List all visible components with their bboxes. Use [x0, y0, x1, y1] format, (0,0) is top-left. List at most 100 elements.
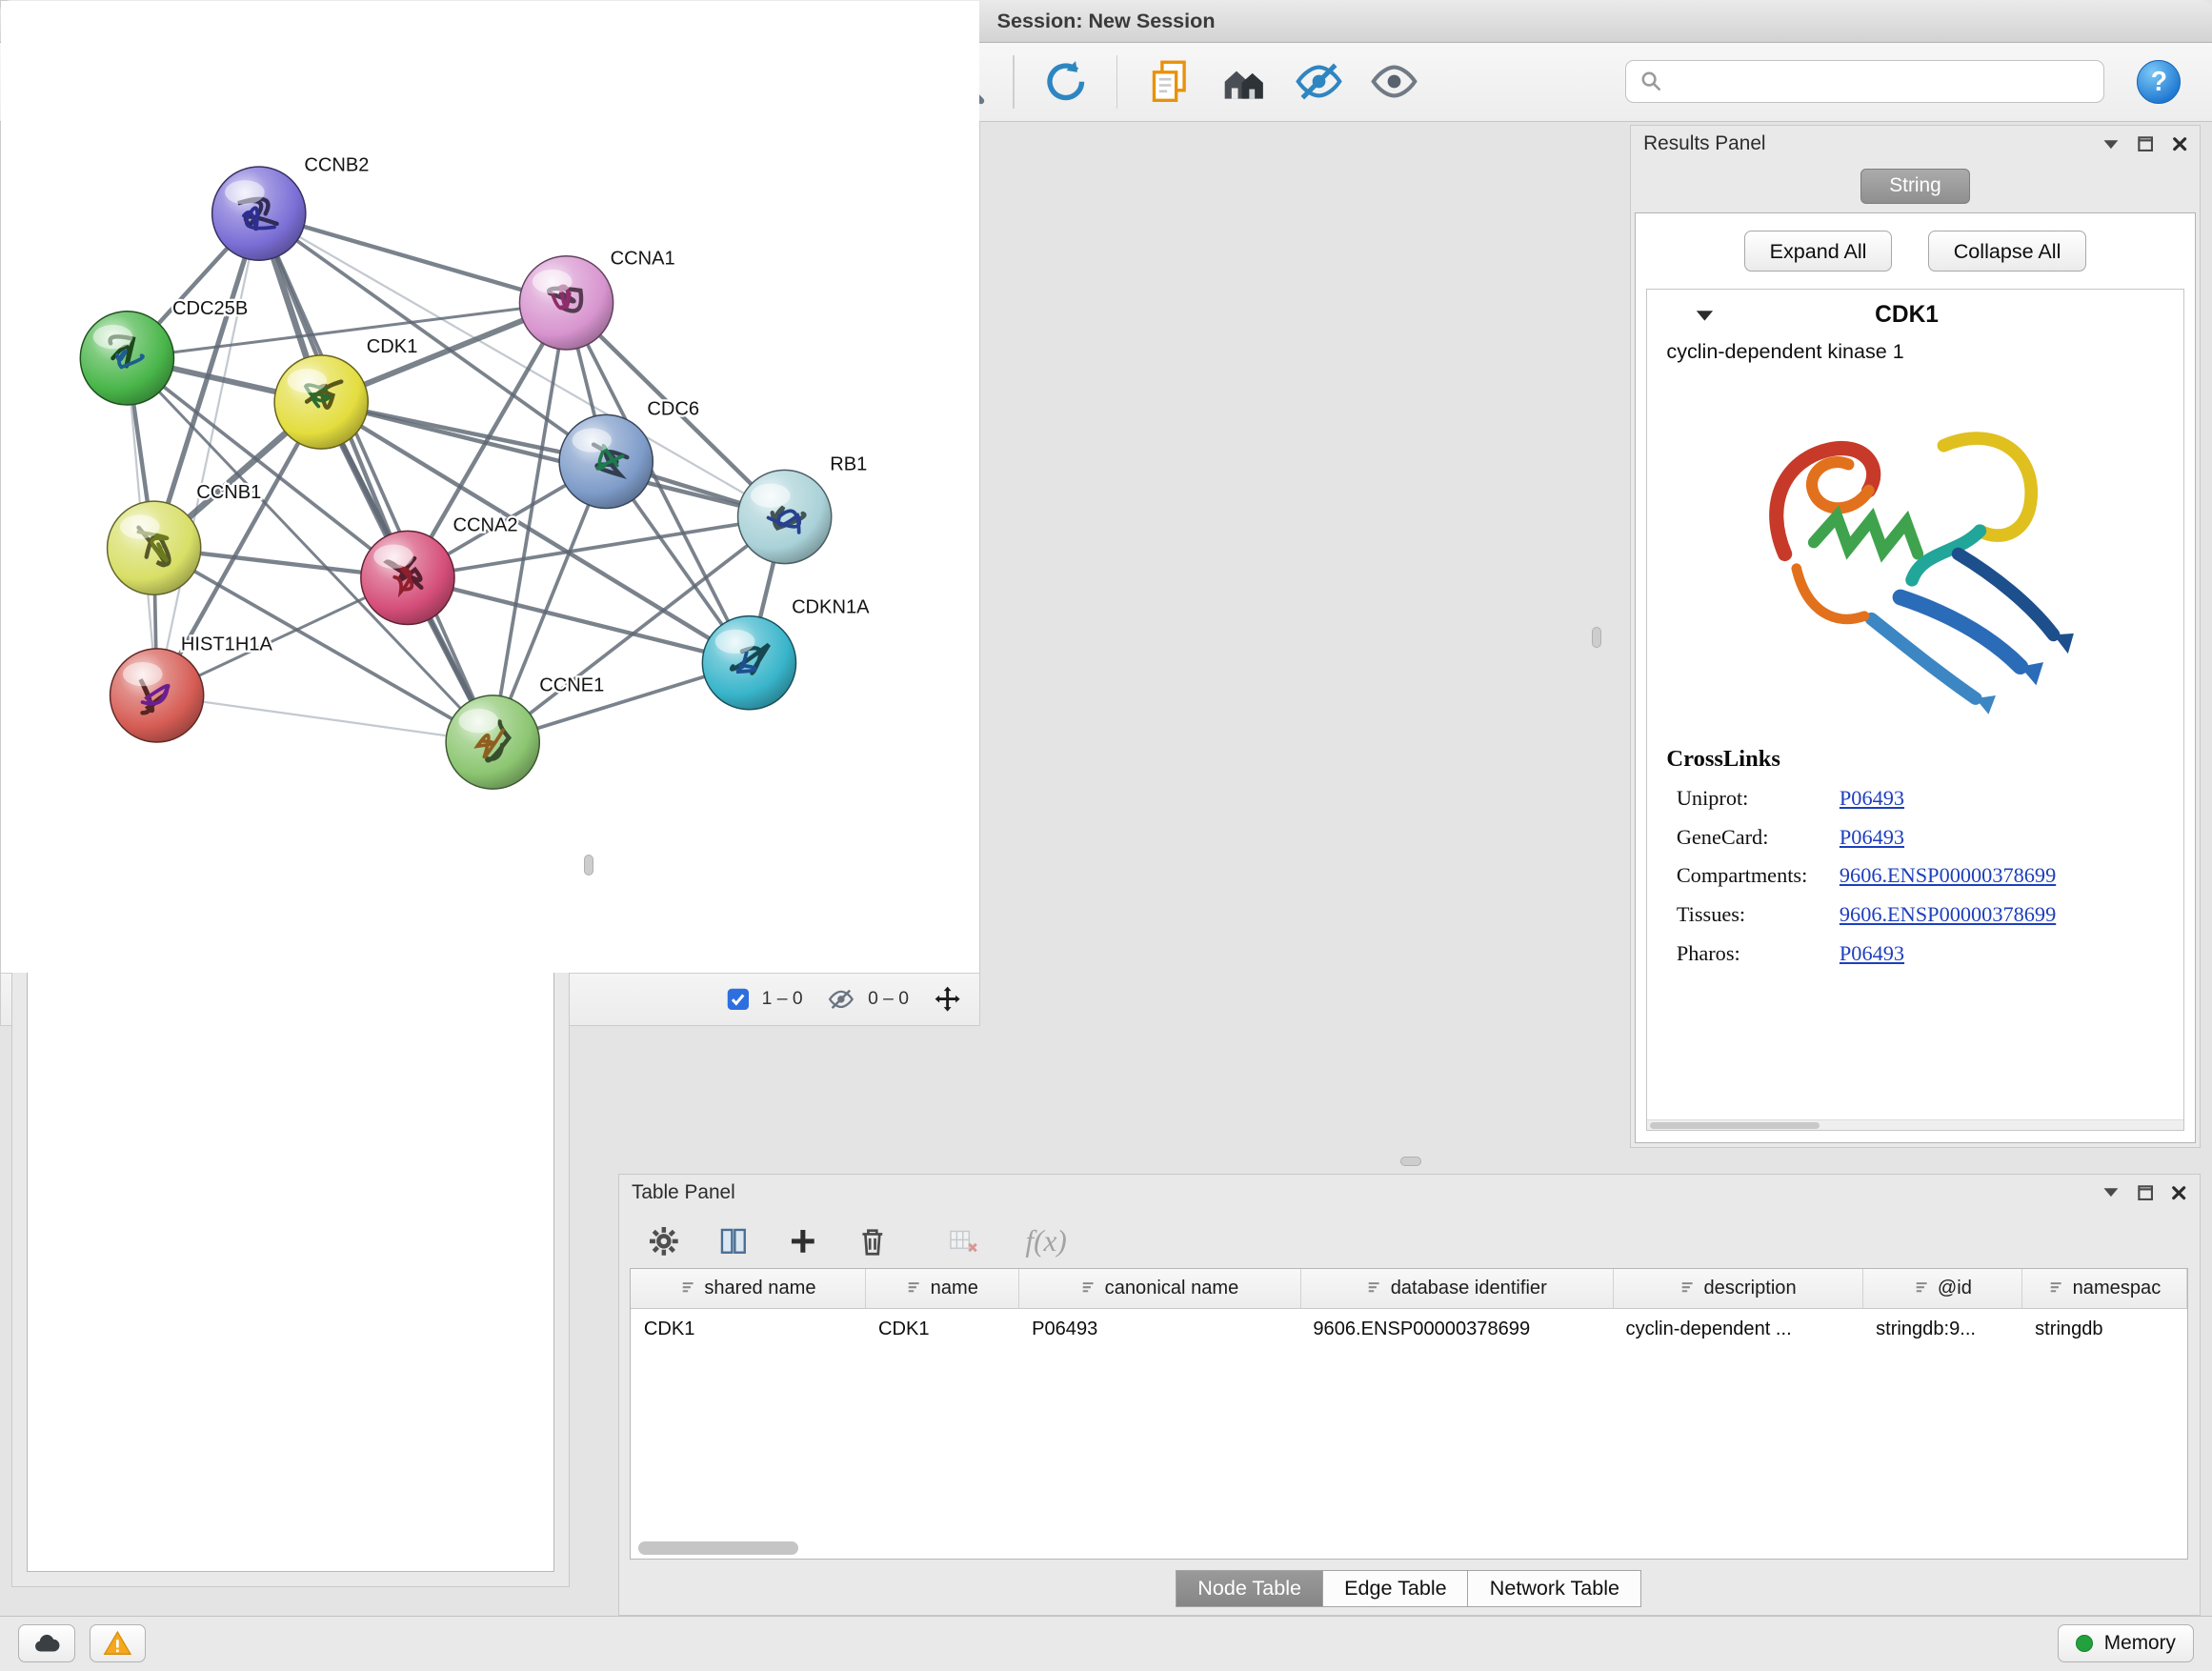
pan-tool-button[interactable] [933, 984, 962, 1014]
column-header[interactable]: database identifier [1300, 1269, 1613, 1309]
crosslink-link[interactable]: 9606.ENSP00000378699 [1840, 902, 2056, 927]
network-edge[interactable] [157, 213, 259, 695]
column-header[interactable]: description [1613, 1269, 1863, 1309]
table-horizontal-scrollbar[interactable] [638, 1541, 798, 1554]
duplicate-page-button[interactable] [1137, 50, 1199, 112]
crosslink-label: GeneCard: [1666, 825, 1839, 850]
show-graphics-details-button[interactable] [1363, 50, 1425, 112]
welcome-screen-button[interactable] [1213, 50, 1275, 112]
table-cell[interactable]: CDK1 [866, 1309, 1019, 1350]
close-panel-button[interactable] [2171, 1185, 2186, 1200]
column-header[interactable]: name [866, 1269, 1019, 1309]
column-header[interactable]: shared name [631, 1269, 865, 1309]
crosslink-link[interactable]: P06493 [1840, 825, 1904, 850]
column-header[interactable]: canonical name [1019, 1269, 1300, 1309]
panel-divider-handle[interactable] [1592, 627, 1601, 648]
network-canvas[interactable]: CCNB2CCNA1CDC25BCDK1CDC6RB1CCNB1CCNA2CDK… [1, 1, 979, 973]
disclosure-triangle-icon [1695, 309, 1715, 323]
table-row[interactable]: CDK1CDK1P064939606.ENSP00000378699cyclin… [631, 1309, 2186, 1350]
warning-icon [102, 1628, 133, 1660]
table-tab-node-table[interactable]: Node Table [1176, 1570, 1323, 1608]
delete-table-button[interactable] [945, 1224, 982, 1258]
panel-divider-handle[interactable] [584, 855, 593, 876]
cloud-icon [31, 1628, 63, 1660]
cloud-button[interactable] [18, 1624, 75, 1662]
hidden-eye-slash-icon[interactable] [827, 985, 855, 1014]
table-cell[interactable]: 9606.ENSP00000378699 [1300, 1309, 1613, 1350]
table-cell[interactable]: stringdb [2022, 1309, 2187, 1350]
crosslink-link[interactable]: 9606.ENSP00000378699 [1840, 863, 2056, 888]
table-options-button[interactable] [647, 1224, 681, 1258]
apply-layout-button[interactable] [1035, 50, 1096, 112]
network-node-rb1[interactable]: RB1 [738, 453, 868, 563]
node-table: shared namenamecanonical namedatabase id… [630, 1268, 2188, 1560]
crosslink-link[interactable]: P06493 [1840, 786, 1904, 811]
document-copy-icon [1145, 57, 1194, 106]
gene-header[interactable]: CDK1 [1647, 290, 2184, 337]
network-node-label: CCNA1 [611, 249, 675, 270]
table-toolbar: f(x) [619, 1211, 2201, 1268]
function-builder-button[interactable]: f(x) [1025, 1224, 1066, 1258]
network-node-label: CCNE1 [539, 674, 604, 695]
expand-all-button[interactable]: Expand All [1744, 231, 1891, 272]
memory-button[interactable]: Memory [2058, 1624, 2194, 1662]
network-node-hist1h1a[interactable]: HIST1H1A [111, 634, 273, 742]
maximize-panel-button[interactable] [2138, 136, 2153, 151]
column-header[interactable]: @id [1863, 1269, 2022, 1309]
collapse-all-button[interactable]: Collapse All [1928, 231, 2085, 272]
table-cell[interactable]: stringdb:9... [1863, 1309, 2022, 1350]
column-sort-icon [1679, 1278, 1695, 1300]
toolbar-separator [1013, 55, 1014, 110]
close-icon [2171, 1185, 2186, 1200]
network-edge[interactable] [157, 695, 493, 742]
network-node-cdkn1a[interactable]: CDKN1A [702, 597, 870, 710]
column-header[interactable]: namespac [2022, 1269, 2187, 1309]
move-crosshair-icon [933, 984, 962, 1014]
close-panel-button[interactable] [2172, 136, 2187, 151]
network-view-panel: CCNB2CCNA1CDC25BCDK1CDC6RB1CCNB1CCNA2CDK… [0, 0, 980, 1026]
crosslink-link[interactable]: P06493 [1840, 941, 1904, 966]
crosslink-row: Uniprot:P06493 [1666, 786, 2163, 811]
float-panel-button[interactable] [2102, 138, 2120, 151]
search-box[interactable] [1625, 60, 2104, 103]
table-cell[interactable]: CDK1 [631, 1309, 865, 1350]
table-cell[interactable]: P06493 [1019, 1309, 1300, 1350]
network-node-ccnb1[interactable]: CCNB1 [108, 482, 262, 594]
table-tab-network-table[interactable]: Network Table [1467, 1570, 1641, 1608]
table-tab-edge-table[interactable]: Edge Table [1322, 1570, 1469, 1608]
crosslinks-title: CrossLinks [1666, 746, 2163, 773]
network-edge[interactable] [259, 213, 493, 742]
crosslink-label: Compartments: [1666, 863, 1839, 888]
network-node-ccnb2[interactable]: CCNB2 [212, 155, 370, 261]
network-node-label: HIST1H1A [181, 634, 273, 654]
panel-divider-handle[interactable] [1400, 1157, 1421, 1166]
network-node-label: CCNB2 [304, 155, 369, 176]
delete-column-button[interactable] [855, 1224, 890, 1258]
crosslink-row: GeneCard:P06493 [1666, 825, 2163, 850]
node-table-header-row: shared namenamecanonical namedatabase id… [631, 1269, 2186, 1309]
results-scrollbar[interactable] [1647, 1119, 2184, 1129]
table-panel-tabs: Node TableEdge TableNetwork Table [619, 1560, 2201, 1615]
table-cell[interactable]: cyclin-dependent ... [1613, 1309, 1863, 1350]
float-panel-button[interactable] [2102, 1186, 2120, 1198]
network-node-ccna1[interactable]: CCNA1 [519, 249, 674, 350]
crosslinks-list: Uniprot:P06493GeneCard:P06493Compartment… [1666, 786, 2163, 967]
network-node-cdk1[interactable]: CDK1 [274, 336, 417, 449]
selected-checkbox-icon[interactable] [727, 988, 750, 1011]
maximize-panel-button[interactable] [2138, 1185, 2153, 1200]
tab-string[interactable]: String [1860, 169, 1971, 205]
gene-section: CDK1 cyclin-dependent kinase 1 [1646, 289, 2185, 1131]
show-columns-button[interactable] [716, 1224, 751, 1258]
warnings-button[interactable] [90, 1624, 147, 1662]
network-edge[interactable] [259, 213, 567, 303]
search-input[interactable] [1673, 71, 2090, 92]
close-icon [2172, 136, 2187, 151]
eye-slash-icon [1293, 55, 1345, 108]
help-button[interactable]: ? [2137, 60, 2181, 104]
crosslink-row: Compartments:9606.ENSP00000378699 [1666, 863, 2163, 888]
create-column-button[interactable] [786, 1224, 820, 1258]
table-panel-header: Table Panel [619, 1175, 2201, 1212]
network-edge[interactable] [321, 402, 784, 516]
hide-graphics-details-button[interactable] [1288, 50, 1350, 112]
string-results-card: Expand All Collapse All CDK1 cyclin-depe… [1635, 212, 2196, 1142]
